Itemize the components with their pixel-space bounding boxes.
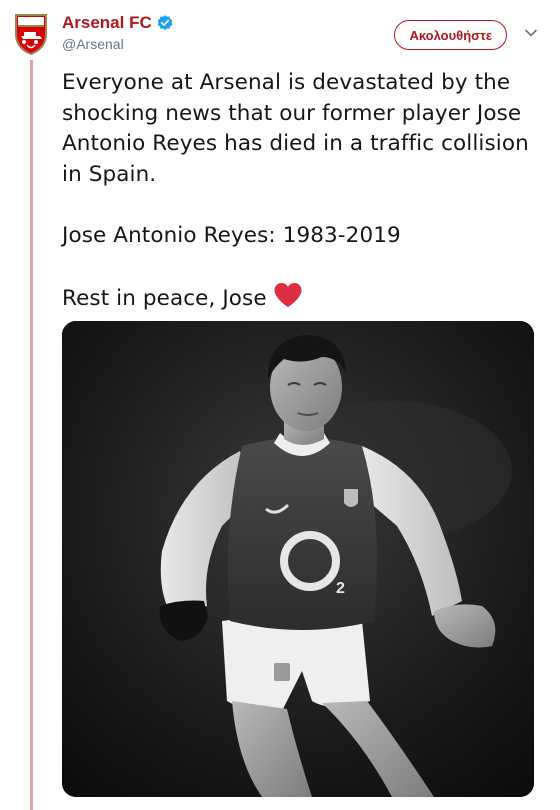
follow-button[interactable]: Ακολουθήστε [394, 20, 507, 50]
svg-text:2: 2 [336, 580, 345, 597]
tweet-paragraph-text: Rest in peace, Jose [62, 285, 267, 311]
tweet-paragraph: Jose Antonio Reyes: 1983-2019 [62, 222, 401, 248]
chevron-down-icon[interactable] [524, 26, 538, 40]
tweet-paragraph: Everyone at Arsenal is devastated by the… [62, 70, 529, 187]
tweet-paragraph: Rest in peace, Jose [62, 282, 532, 315]
thread-line [30, 60, 33, 810]
avatar[interactable] [12, 12, 50, 56]
tweet-text: Everyone at Arsenal is devastated by the… [62, 68, 532, 314]
tweet-photo[interactable]: 2 [62, 321, 534, 797]
tweet-header: Arsenal FC @Arsenal Ακολουθήστε [62, 12, 542, 56]
verified-badge-icon [157, 15, 173, 31]
display-name[interactable]: Arsenal FC [62, 13, 152, 33]
arsenal-crest-icon [15, 14, 47, 56]
player-photo-illustration: 2 [62, 321, 534, 797]
red-heart-icon [274, 282, 302, 307]
